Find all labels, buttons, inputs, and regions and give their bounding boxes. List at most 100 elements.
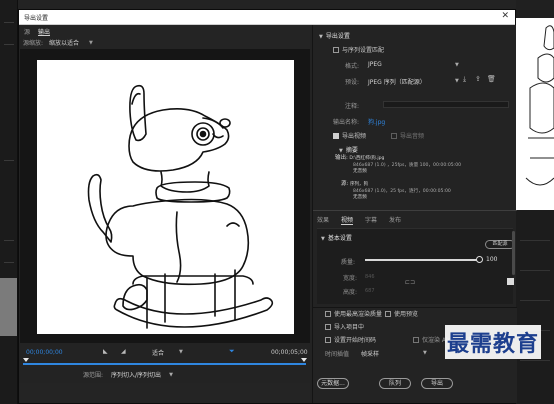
summary-source: 源: 序列，狗 846x687 (1.0)，25 fps，逐行，00:00:05…	[341, 181, 451, 202]
match-sequence-label: 与序列设置匹配	[342, 47, 385, 54]
checkbox-box[interactable]	[333, 132, 339, 139]
tab-publish[interactable]: 发布	[389, 215, 401, 225]
tab-source[interactable]: 源	[24, 26, 30, 36]
format-select[interactable]: JPEG	[368, 61, 382, 68]
summary-source-audio: 无音频	[353, 195, 367, 200]
checkbox-box[interactable]	[333, 46, 339, 53]
source-scaling-select[interactable]: 缩放以适合	[49, 38, 79, 47]
close-icon[interactable]: ✕	[501, 11, 509, 21]
output-name-link[interactable]: 狗.jpg	[368, 117, 385, 126]
comment-label: 注释:	[344, 103, 359, 110]
tab-effects[interactable]: 效果	[317, 215, 329, 225]
chevron-down-icon[interactable]: ▼	[169, 372, 173, 378]
summary-source-name: 序列，狗	[349, 182, 369, 187]
checkbox-box[interactable]	[325, 310, 331, 317]
chevron-down-icon[interactable]: ▼	[455, 62, 459, 68]
transport-controls: 00;00;00;00 ◣ ◢ 适合 ▼ ⏷ 00;00;05;00 源范围: …	[19, 343, 310, 383]
in-point-handle[interactable]	[23, 358, 29, 362]
import-into-project-label: 导入项目中	[334, 324, 365, 331]
max-render-quality-checkbox[interactable]: 使用最高渲染质量	[325, 309, 382, 318]
chevron-down-icon: ▼	[339, 148, 343, 154]
chevron-down-icon[interactable]: ▼	[455, 78, 459, 84]
preview-panel: 源 输出 源缩放: 缩放以适合 ▼ 00;00;00;00 ◣ ◢ 适合 ▼ ⏷…	[19, 25, 310, 403]
fit-select[interactable]: 适合	[152, 348, 164, 357]
source-range-row: 源范围: 序列切入/序列切出 ▼	[83, 370, 173, 380]
chevron-down-icon[interactable]: ▼	[179, 349, 183, 355]
checkbox-box[interactable]	[413, 336, 419, 343]
filter-icon[interactable]: ⏷	[229, 347, 235, 356]
queue-button[interactable]: 队列	[379, 378, 411, 389]
out-point-handle[interactable]	[301, 358, 307, 362]
width-value[interactable]: 846	[365, 274, 375, 280]
summary-output-path: D:\西红柿\狗.jpg	[349, 156, 385, 161]
basic-settings-header[interactable]: ▼ 基本设置	[321, 233, 352, 242]
checkbox-box[interactable]	[391, 132, 397, 139]
size-lock-checkbox[interactable]	[507, 278, 514, 285]
settings-scrollbar[interactable]	[512, 231, 515, 275]
use-previews-label: 使用预览	[394, 311, 419, 318]
delete-preset-icon[interactable]: 🗑	[487, 75, 496, 83]
checkbox-box[interactable]	[385, 310, 391, 317]
match-source-button[interactable]: 匹配源	[485, 240, 515, 249]
source-scaling-row: 源缩放: 缩放以适合 ▼	[23, 38, 93, 48]
preview-area	[20, 49, 310, 359]
height-label: 高度:	[343, 289, 358, 296]
checkbox-box[interactable]	[325, 336, 331, 343]
export-audio-label: 导出音频	[400, 133, 425, 140]
export-video-checkbox[interactable]: 导出视频	[333, 131, 366, 140]
background-left-panel	[0, 0, 18, 404]
settings-tabs: 效果 视频 字幕 发布	[317, 215, 401, 225]
background-program-monitor	[516, 18, 554, 210]
time-interpolation-label: 时间插值	[325, 351, 350, 358]
quality-slider-handle[interactable]	[476, 256, 483, 263]
export-settings-dialog: 导出设置 ✕ 源 输出 源缩放: 缩放以适合 ▼ 00;00;00;00 ◣ ◢…	[18, 9, 517, 404]
chevron-down-icon: ▼	[321, 236, 325, 242]
export-button[interactable]: 导出	[421, 378, 453, 389]
link-dimensions-icon[interactable]: ⊏⊐	[405, 279, 415, 286]
width-label: 宽度:	[343, 275, 358, 282]
tab-captions[interactable]: 字幕	[365, 215, 377, 225]
preset-label: 预设:	[344, 79, 359, 86]
timecode-end[interactable]: 00;00;05;00	[271, 349, 308, 356]
source-range-select[interactable]: 序列切入/序列切出	[111, 370, 161, 379]
summary-output-audio: 无音频	[353, 169, 367, 174]
import-preset-icon[interactable]: ⇪	[475, 75, 481, 83]
use-previews-checkbox[interactable]: 使用预览	[385, 309, 418, 318]
summary-header[interactable]: ▼ 摘要	[339, 145, 358, 154]
summary-output: 输出: D:\西红柿\狗.jpg 846x687 (1.0) ，25fps，质量…	[335, 155, 461, 176]
comment-input[interactable]	[383, 101, 509, 108]
set-start-timecode-label: 设置开始时间码	[334, 337, 377, 344]
output-name-label: 输出名称:	[332, 119, 359, 126]
tab-output[interactable]: 输出	[38, 26, 51, 36]
export-timeline[interactable]	[23, 358, 307, 366]
background-thumbnail	[0, 278, 17, 336]
timecode-start[interactable]: 00;00;00;00	[26, 349, 63, 356]
height-value[interactable]: 687	[365, 288, 375, 294]
export-settings-header[interactable]: ▼ 导出设置	[319, 31, 350, 40]
max-render-quality-label: 使用最高渲染质量	[334, 311, 383, 318]
mark-in-icon[interactable]: ◣	[103, 348, 108, 355]
chevron-down-icon[interactable]: ▼	[423, 350, 427, 356]
preset-select[interactable]: JPEG 序列（匹配源）	[368, 77, 426, 86]
quality-slider-track[interactable]	[365, 259, 480, 261]
summary-output-key: 输出:	[335, 155, 348, 161]
time-interpolation-select[interactable]: 帧采样	[361, 349, 379, 358]
dog-drawing-image	[87, 84, 274, 329]
basic-settings-title: 基本设置	[327, 235, 352, 242]
import-into-project-checkbox[interactable]: 导入项目中	[325, 322, 364, 331]
summary-title: 摘要	[345, 147, 358, 154]
timeline-range-bar	[23, 363, 306, 365]
match-sequence-checkbox[interactable]: 与序列设置匹配	[333, 45, 384, 54]
set-start-timecode-checkbox[interactable]: 设置开始时间码	[325, 335, 376, 344]
format-label: 格式:	[344, 63, 359, 70]
source-scaling-label: 源缩放:	[23, 40, 44, 47]
save-preset-icon[interactable]: ⤓	[463, 75, 466, 84]
export-settings-title: 导出设置	[325, 33, 350, 40]
checkbox-box[interactable]	[325, 323, 331, 330]
mark-out-icon[interactable]: ◢	[121, 348, 126, 355]
export-audio-checkbox[interactable]: 导出音频	[391, 131, 424, 140]
tab-video[interactable]: 视频	[341, 215, 354, 225]
metadata-button[interactable]: 元数据...	[317, 378, 349, 389]
quality-value[interactable]: 100	[486, 256, 497, 263]
chevron-down-icon[interactable]: ▼	[89, 40, 93, 46]
